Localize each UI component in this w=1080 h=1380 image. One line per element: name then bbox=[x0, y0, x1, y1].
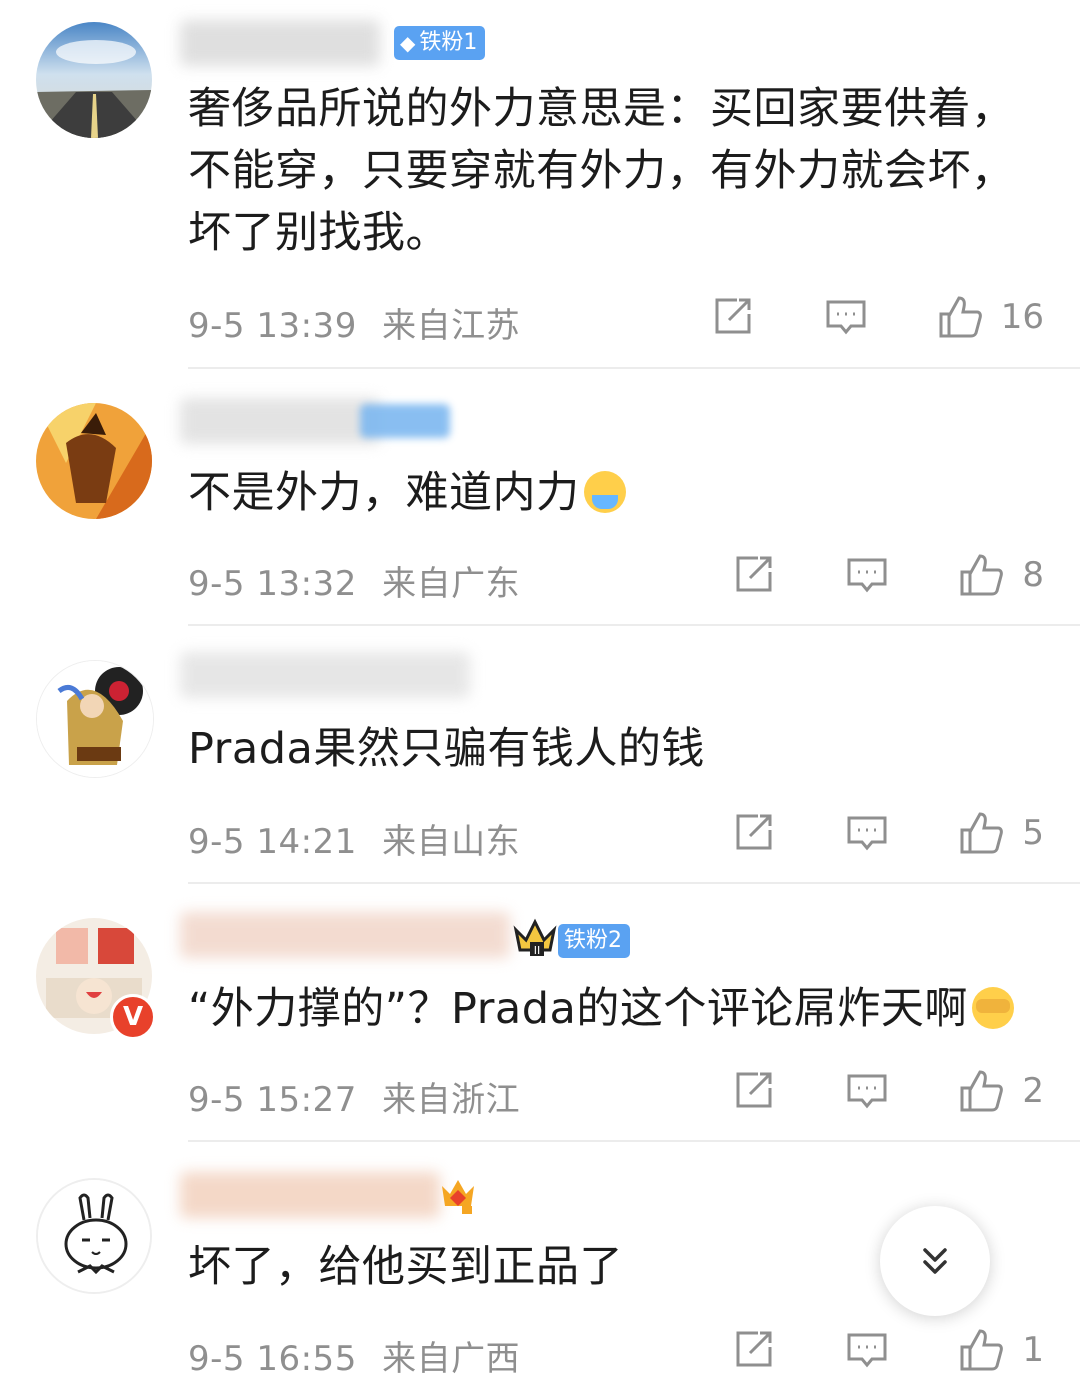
comment-time: 9-5 16:55 bbox=[188, 1339, 357, 1379]
crown-level-icon bbox=[440, 1176, 476, 1216]
comment-actions: 5 bbox=[730, 810, 1044, 856]
comment-time: 9-5 15:27 bbox=[188, 1080, 357, 1120]
comment-location: 来自山东 bbox=[382, 822, 521, 862]
like-count: 2 bbox=[1022, 1071, 1044, 1111]
comment-location: 来自广东 bbox=[382, 564, 521, 604]
share-icon[interactable] bbox=[730, 810, 776, 856]
comment-icon[interactable] bbox=[844, 1068, 890, 1114]
like-count: 5 bbox=[1022, 813, 1044, 853]
fan-badge: ◆ 铁粉1 bbox=[394, 26, 486, 60]
avatar[interactable] bbox=[36, 22, 152, 138]
crown-icon: II bbox=[512, 916, 558, 958]
username-blurred[interactable] bbox=[180, 912, 510, 958]
comment-location: 来自广西 bbox=[382, 1339, 521, 1379]
thumbs-up-icon[interactable] bbox=[958, 1068, 1004, 1114]
comment-icon[interactable] bbox=[844, 552, 890, 598]
comment-text: 不是外力，难道内力 bbox=[188, 462, 1040, 524]
comment-icon[interactable] bbox=[844, 1327, 890, 1373]
thumbs-up-icon[interactable] bbox=[958, 810, 1004, 856]
username-blurred[interactable] bbox=[180, 1172, 440, 1218]
comment-meta: 9-5 13:39 来自江苏 bbox=[188, 298, 520, 347]
like-count: 1 bbox=[1022, 1330, 1044, 1370]
comment-location: 来自浙江 bbox=[382, 1080, 521, 1120]
username-blurred[interactable] bbox=[180, 652, 470, 698]
share-icon[interactable] bbox=[730, 552, 776, 598]
fan-badge: 铁粉2 bbox=[558, 924, 630, 958]
divider bbox=[188, 367, 1080, 369]
share-icon[interactable] bbox=[730, 1327, 776, 1373]
vomiting-face-emoji-icon bbox=[583, 471, 626, 513]
username-blurred[interactable] bbox=[180, 20, 380, 66]
comment-text: Prada果然只骗有钱人的钱 bbox=[188, 724, 705, 774]
verified-v-badge-icon: V bbox=[110, 994, 156, 1040]
thumbs-up-icon[interactable] bbox=[937, 294, 983, 340]
thumbs-up-icon[interactable] bbox=[958, 552, 1004, 598]
divider bbox=[188, 882, 1080, 884]
double-chevron-down-icon bbox=[923, 1248, 947, 1274]
like-count: 8 bbox=[1022, 555, 1044, 595]
covering-eyes-emoji-icon bbox=[971, 987, 1014, 1029]
comment-icon[interactable] bbox=[823, 294, 869, 340]
avatar[interactable] bbox=[36, 1178, 152, 1294]
scroll-down-button[interactable] bbox=[880, 1206, 990, 1316]
username-blurred[interactable] bbox=[180, 398, 380, 444]
comment-meta: 9-5 13:32 来自广东 bbox=[188, 556, 520, 605]
divider bbox=[188, 1140, 1080, 1142]
comment-icon[interactable] bbox=[844, 810, 890, 856]
comment-time: 9-5 13:39 bbox=[188, 306, 357, 346]
diamond-icon: ◆ bbox=[400, 31, 416, 55]
comment-actions: 8 bbox=[730, 552, 1044, 598]
comment-actions: 1 bbox=[730, 1327, 1044, 1373]
comment-time: 9-5 14:21 bbox=[188, 822, 357, 862]
comment-actions: 16 bbox=[709, 294, 1044, 340]
comment-location: 来自江苏 bbox=[382, 306, 521, 346]
avatar[interactable] bbox=[36, 403, 152, 519]
svg-text:II: II bbox=[534, 944, 541, 957]
comment-text: “外力撑的”？Prada的这个评论屌炸天啊 bbox=[188, 978, 1040, 1040]
comment-meta: 9-5 15:27 来自浙江 bbox=[188, 1072, 520, 1121]
badge-blurred bbox=[360, 404, 450, 438]
thumbs-up-icon[interactable] bbox=[958, 1327, 1004, 1373]
comment-actions: 2 bbox=[730, 1068, 1044, 1114]
comment-meta: 9-5 14:21 来自山东 bbox=[188, 814, 520, 863]
comment-text: 奢侈品所说的外力意思是：买回家要供着，不能穿，只要穿就有外力，有外力就会坏，坏了… bbox=[188, 84, 1015, 258]
avatar[interactable] bbox=[36, 660, 154, 778]
comment-meta: 9-5 16:55 来自广西 bbox=[188, 1331, 520, 1380]
share-icon[interactable] bbox=[709, 294, 755, 340]
like-count: 16 bbox=[1000, 297, 1044, 337]
share-icon[interactable] bbox=[730, 1068, 776, 1114]
comment-time: 9-5 13:32 bbox=[188, 564, 357, 604]
divider bbox=[188, 624, 1080, 626]
